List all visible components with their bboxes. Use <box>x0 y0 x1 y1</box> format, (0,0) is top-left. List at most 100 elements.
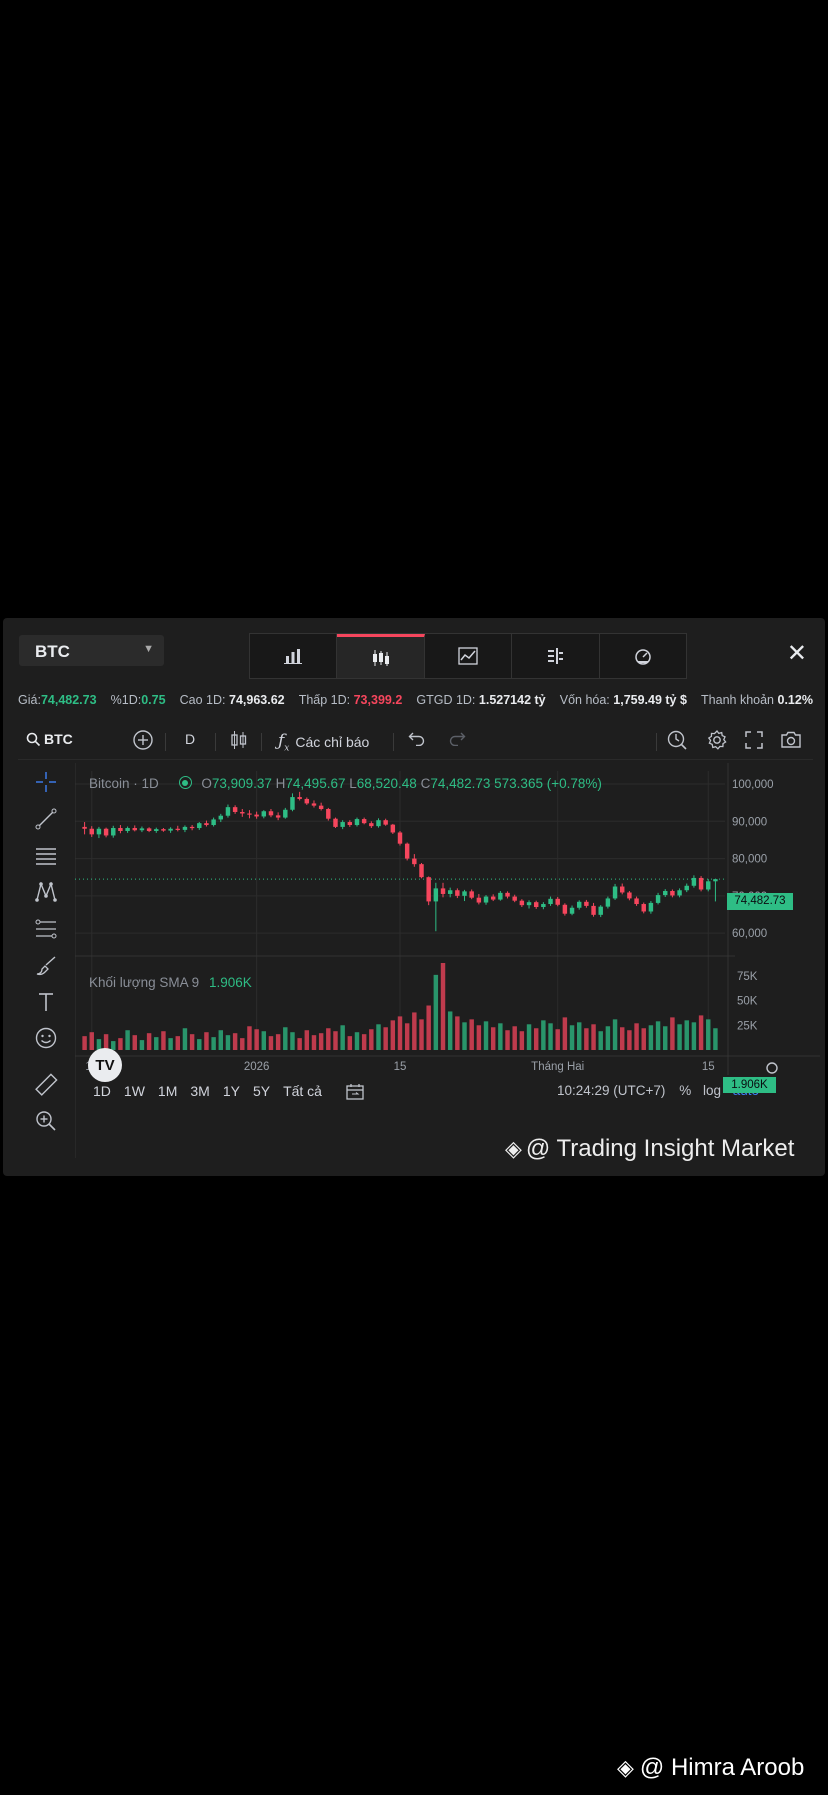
candle-body <box>641 904 646 912</box>
chart-style-button[interactable] <box>230 730 248 750</box>
visibility-icon[interactable] <box>178 776 192 789</box>
volume-bar <box>684 1020 689 1050</box>
candle-body <box>634 898 639 905</box>
candle-body <box>240 811 245 814</box>
candle-body <box>304 798 310 804</box>
range-1d[interactable]: 1D <box>93 1083 111 1104</box>
ruler-tool[interactable] <box>31 1070 61 1100</box>
volume-tick-label: 75K <box>737 971 758 983</box>
range-all[interactable]: Tất cả <box>283 1083 322 1104</box>
volume-bar <box>426 1005 431 1050</box>
x-tick-label: 2026 <box>244 1061 270 1073</box>
stat-high-1d: Cao 1D: 74,963.62 <box>179 693 285 707</box>
settings-button[interactable] <box>706 729 728 751</box>
emoji-tool[interactable] <box>31 1023 61 1053</box>
range-1w[interactable]: 1W <box>124 1083 145 1104</box>
trend-line-icon <box>35 808 57 830</box>
volume-bar <box>168 1038 173 1050</box>
undo-button[interactable] <box>408 730 426 746</box>
range-1m[interactable]: 1M <box>158 1083 177 1104</box>
candle-body <box>103 828 109 836</box>
volume-bar <box>225 1035 231 1050</box>
candle-body <box>562 904 568 914</box>
redo-button[interactable] <box>448 730 466 746</box>
horizontal-lines-tool[interactable] <box>31 841 61 871</box>
tab-gauge[interactable] <box>600 634 686 678</box>
candle-body <box>283 809 288 818</box>
volume-bar <box>713 1028 718 1050</box>
candle-body <box>182 826 188 830</box>
alert-clock-button[interactable] <box>666 729 688 751</box>
close-icon[interactable]: ✕ <box>787 642 807 666</box>
brush-icon <box>36 956 56 976</box>
tradingview-logo[interactable]: TV <box>88 1048 122 1082</box>
volume-bar <box>397 1016 403 1050</box>
text-tool[interactable] <box>31 987 61 1017</box>
zoom-tool[interactable] <box>31 1106 61 1136</box>
dropdown-caret-icon: ▼ <box>143 643 154 655</box>
candle-body <box>225 807 231 816</box>
line-chart-icon <box>458 647 478 665</box>
volume-bar <box>526 1024 532 1050</box>
measure-tool[interactable] <box>31 914 61 944</box>
candle-body <box>490 896 496 900</box>
date-range-button[interactable] <box>345 1083 365 1104</box>
last-volume-tag: 1.906K <box>723 1077 776 1093</box>
volume-bar <box>519 1031 525 1050</box>
range-1y[interactable]: 1Y <box>223 1083 240 1104</box>
candle-body <box>476 897 482 903</box>
gear-icon <box>707 729 727 750</box>
log-scale-button[interactable]: log <box>703 1083 721 1098</box>
tab-line-chart[interactable] <box>425 634 513 678</box>
smiley-icon <box>35 1027 57 1049</box>
volume-tick-label: 25K <box>737 1020 758 1032</box>
candle-body <box>211 819 216 826</box>
symbol-search[interactable]: BTC <box>26 731 73 747</box>
candle-body <box>447 890 453 894</box>
indicators-button[interactable]: ƒx Các chỉ báo <box>278 731 369 753</box>
symbol-selector[interactable]: BTC ▼ <box>19 635 164 666</box>
volume-bar <box>505 1030 510 1050</box>
chart-toolbar: BTC D ƒx Các chỉ báo <box>18 723 813 760</box>
fullscreen-icon <box>745 731 763 749</box>
candle-body <box>111 828 116 836</box>
candle-body <box>433 888 439 902</box>
volume-bar <box>218 1030 224 1050</box>
tab-depth[interactable] <box>512 634 600 678</box>
candle-body <box>498 892 503 900</box>
range-3m[interactable]: 3M <box>190 1083 209 1104</box>
tab-bar-chart[interactable] <box>250 634 338 678</box>
candle-body <box>197 823 202 829</box>
volume-bar <box>297 1038 302 1050</box>
undo-icon <box>408 732 425 746</box>
volume-bar <box>476 1025 482 1050</box>
drawing-tools <box>25 763 69 1153</box>
add-symbol-button[interactable] <box>132 729 154 751</box>
range-5y[interactable]: 5Y <box>253 1083 270 1104</box>
trend-line-tool[interactable] <box>31 804 61 834</box>
brush-tool[interactable] <box>31 951 61 981</box>
percent-scale-button[interactable]: % <box>679 1083 691 1098</box>
screenshot-button[interactable] <box>780 730 802 750</box>
stat-market-cap: Vốn hóa: 1,759.49 tỷ $ <box>559 693 687 707</box>
candles-style-icon <box>231 731 247 749</box>
volume-bar <box>512 1026 517 1050</box>
candle-body <box>648 902 654 912</box>
candle-body <box>426 877 431 902</box>
candle-body <box>361 819 367 824</box>
pattern-tool[interactable] <box>31 877 61 907</box>
crosshair-tool[interactable] <box>31 767 61 797</box>
fullscreen-button[interactable] <box>744 730 764 750</box>
symbol-label: BTC <box>35 642 70 661</box>
volume-legend: Khối lượng SMA 9 1.906K <box>89 975 252 990</box>
tab-candlestick[interactable] <box>337 634 425 678</box>
stat-change-1d: %1D:0.75 <box>110 693 166 707</box>
axis-settings-icon[interactable] <box>766 1062 778 1074</box>
interval-button[interactable]: D <box>185 731 195 747</box>
volume-bar <box>240 1038 245 1050</box>
candle-body <box>125 828 130 831</box>
volume-bar <box>533 1028 539 1050</box>
candle-body <box>598 906 603 915</box>
candle-body <box>419 864 424 878</box>
calendar-range-icon <box>346 1084 364 1100</box>
